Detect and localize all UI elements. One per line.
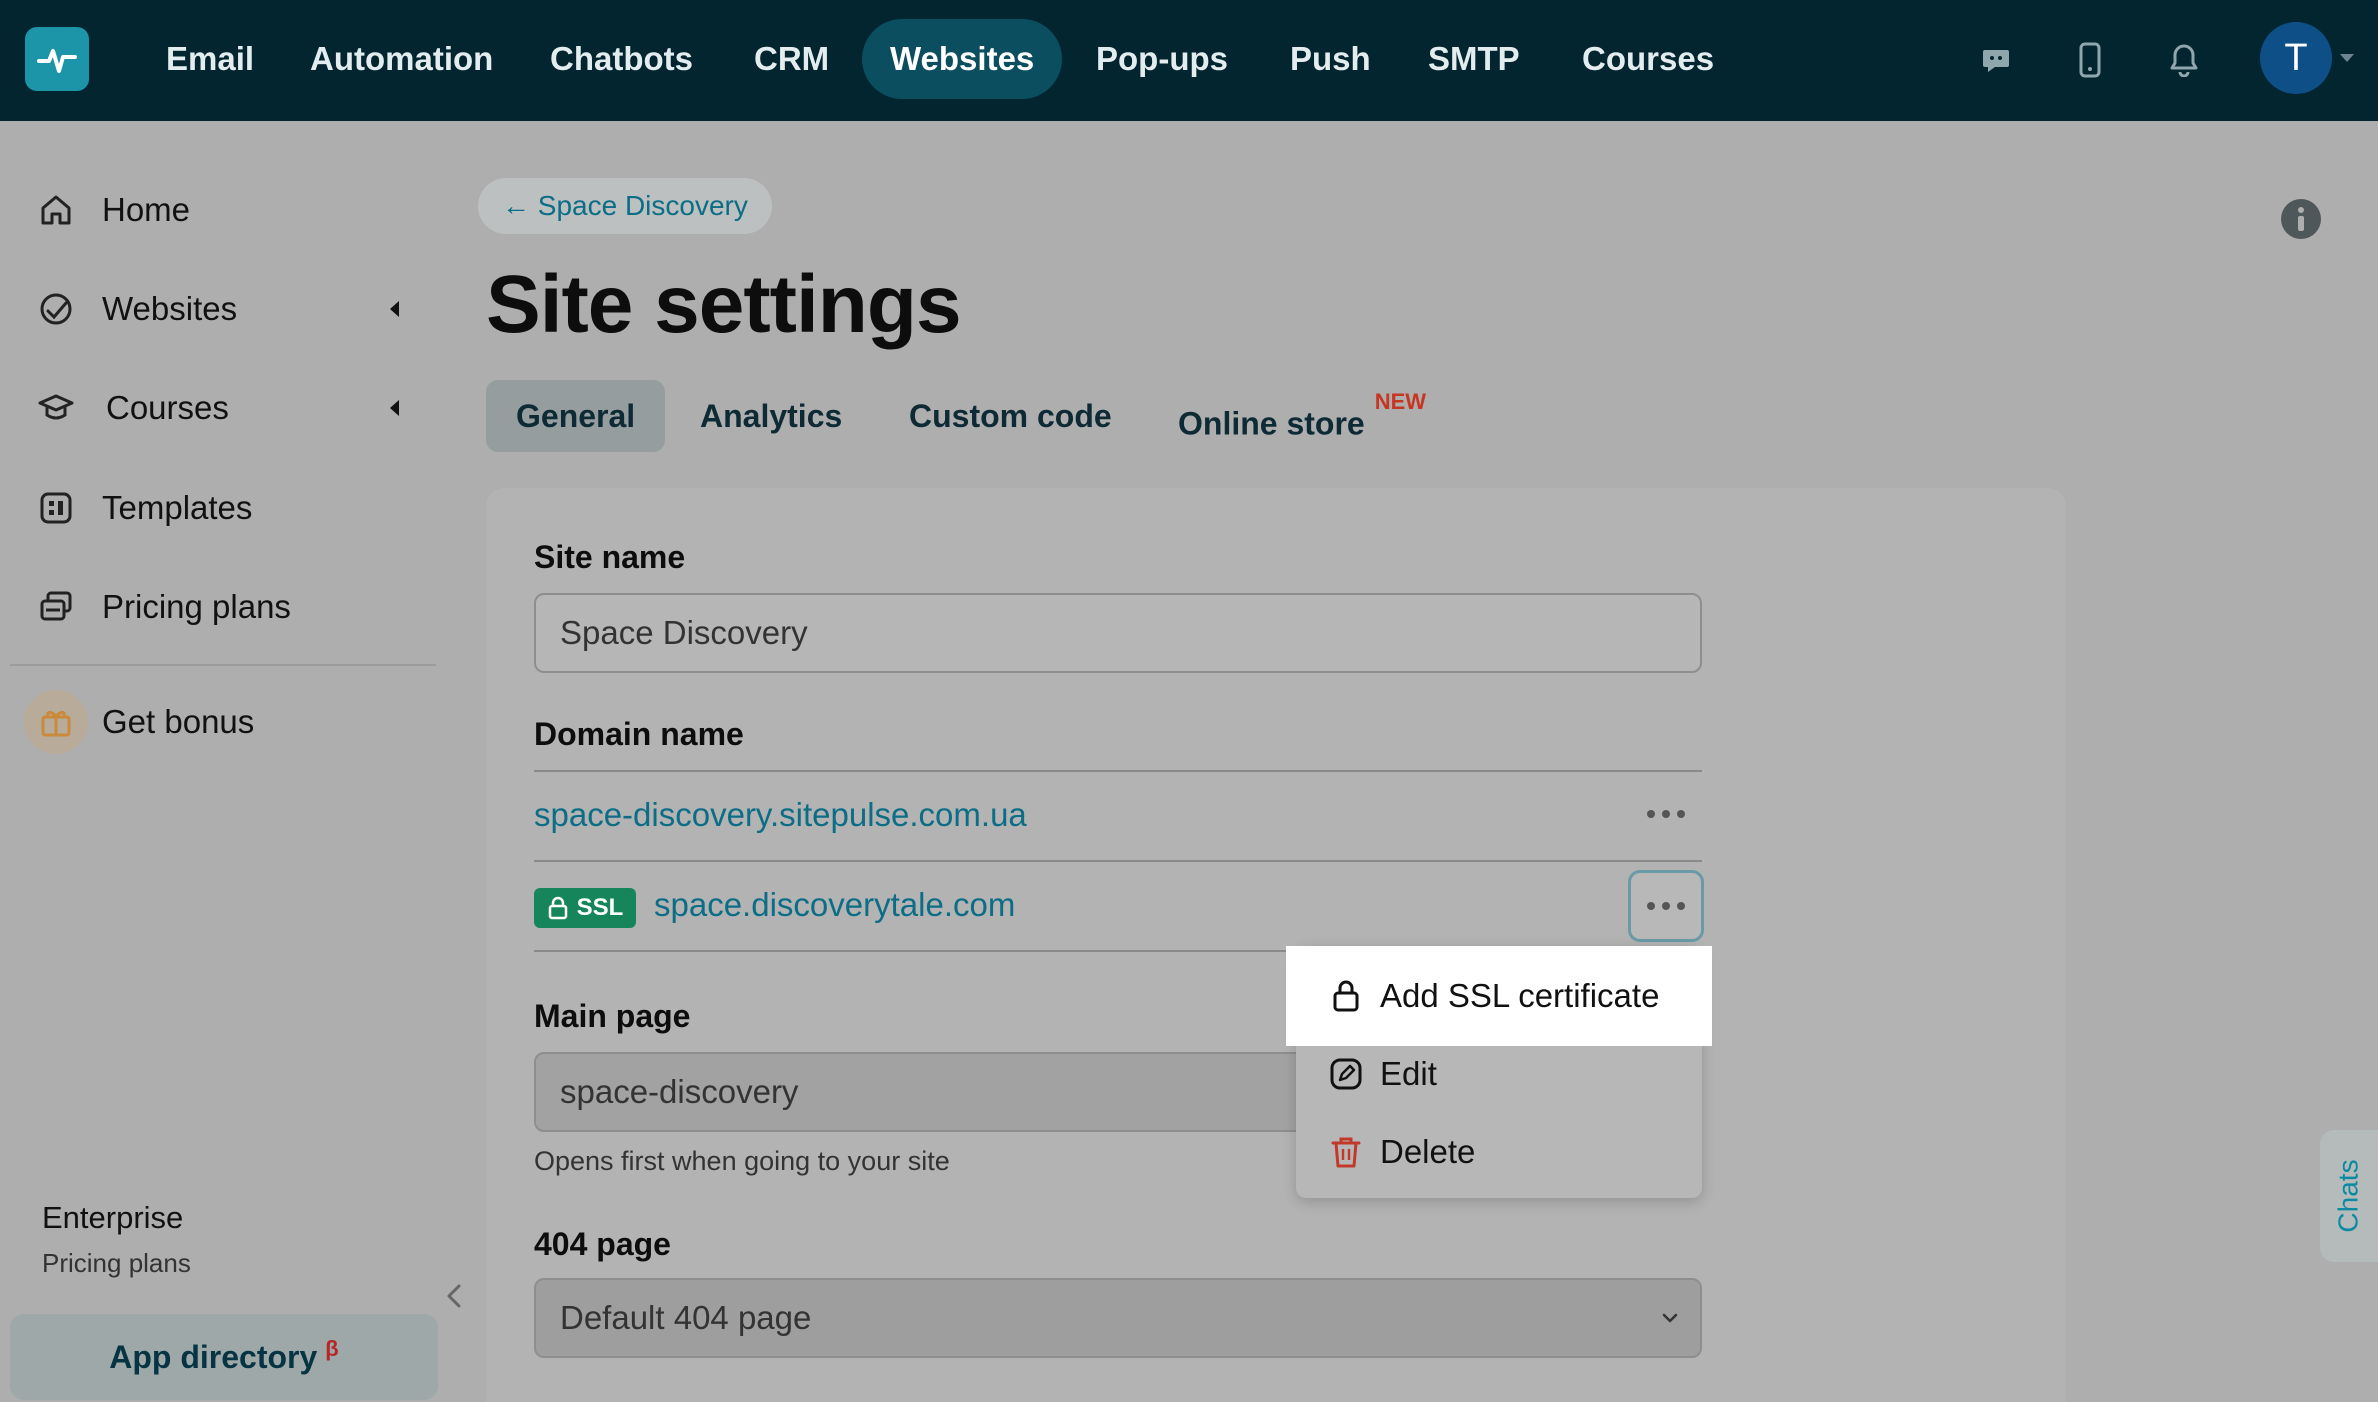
nav-popups[interactable]: Pop-ups [1068,19,1256,99]
404-page-value: Default 404 page [560,1299,812,1336]
chevron-down-icon[interactable] [2340,54,2354,62]
websites-icon [36,289,76,329]
domain-name-label: Domain name [534,716,744,752]
ssl-badge-label: SSL [576,894,624,921]
main-page-label: Main page [534,998,691,1034]
more-dots-icon [1647,810,1685,818]
templates-icon [36,488,76,528]
menu-item-label: Edit [1380,1055,1437,1092]
collapse-sidebar-chevron-icon[interactable] [440,1278,468,1314]
lock-icon [1328,978,1364,1014]
menu-item-add-ssl-certificate[interactable]: Add SSL certificate [1296,958,1702,1034]
tab-label: Online store [1178,405,1365,442]
trash-icon [1328,1134,1364,1170]
caret-left-icon[interactable] [390,301,399,317]
graduation-cap-icon [36,388,76,428]
sidebar-item-label: Templates [102,489,253,526]
pulse-logo-icon[interactable] [25,27,89,91]
nav-courses[interactable]: Courses [1554,19,1742,99]
site-name-label: Site name [534,539,686,575]
new-badge: NEW [1374,389,1427,414]
domain-link-discoverytale[interactable]: space.discoverytale.com [654,886,1015,924]
tab-analytics[interactable]: Analytics [700,380,842,452]
edit-icon [1328,1056,1364,1092]
sidebar-item-label: Websites [102,290,238,327]
bell-icon[interactable] [2162,38,2206,82]
pricing-plans-icon [36,587,76,627]
sidebar-divider [10,664,436,666]
chat-bubble-icon[interactable] [1974,38,2018,82]
sidebar-item-label: Courses [106,389,229,426]
chevron-down-icon [1662,1313,1678,1323]
divider [534,860,1702,862]
more-options-button-open[interactable] [1628,870,1704,942]
sidebar-item-label: Get bonus [102,703,255,740]
main-page-hint: Opens first when going to your site [534,1146,950,1176]
home-icon [36,190,76,230]
sidebar-item-courses[interactable]: Courses [0,373,430,443]
app-directory-button[interactable]: App directory β [10,1314,438,1400]
site-name-input[interactable] [534,593,1702,673]
nav-chatbots[interactable]: Chatbots [522,19,721,99]
beta-badge: β [325,1336,339,1361]
404-page-label: 404 page [534,1226,671,1262]
info-icon[interactable] [2280,198,2322,240]
nav-websites[interactable]: Websites [862,19,1063,99]
menu-item-label: Add SSL certificate [1380,977,1660,1014]
sidebar-item-label: Home [102,191,191,228]
tab-online-store[interactable]: Online store NEW [1178,380,1426,452]
mobile-icon[interactable] [2068,38,2112,82]
divider [534,770,1702,772]
domain-link-sitepulse[interactable]: space-discovery.sitepulse.com.ua [534,796,1027,834]
nav-email[interactable]: Email [138,19,282,99]
tab-general[interactable]: General [486,380,666,452]
tab-custom-code[interactable]: Custom code [909,380,1112,452]
page-title: Site settings [486,259,962,350]
ssl-badge: SSL [534,888,636,928]
nav-crm[interactable]: CRM [726,19,857,99]
menu-item-label: Delete [1380,1133,1476,1170]
sidebar-item-pricing-plans[interactable]: Pricing plans [0,572,430,642]
sidebar-item-templates[interactable]: Templates [0,473,430,543]
nav-push[interactable]: Push [1262,19,1399,99]
sidebar-item-label: Pricing plans [102,588,291,625]
gift-icon [24,690,88,754]
menu-item-delete[interactable]: Delete [1296,1114,1702,1190]
back-link-space-discovery[interactable]: ← Space Discovery [478,178,772,234]
404-page-select[interactable]: Default 404 page [534,1278,1702,1358]
nav-automation[interactable]: Automation [282,19,521,99]
chats-label: Chats [2333,1159,2364,1233]
more-dots-icon [1647,902,1685,910]
current-plan-name: Enterprise [42,1200,184,1235]
pricing-plans-link[interactable]: Pricing plans [42,1248,191,1279]
lock-icon [548,896,567,920]
top-navigation-bar: Email Automation Chatbots CRM Websites P… [0,0,2378,121]
sidebar-item-websites[interactable]: Websites [0,274,430,344]
user-avatar[interactable]: T [2260,22,2332,94]
nav-smtp[interactable]: SMTP [1400,19,1548,99]
chats-side-tab[interactable]: Chats [2320,1130,2378,1262]
menu-item-edit[interactable]: Edit [1296,1036,1702,1112]
more-options-button[interactable] [1628,778,1704,850]
app-directory-label: App directory [109,1338,318,1375]
sidebar-item-home[interactable]: Home [0,175,430,245]
caret-left-icon[interactable] [390,400,399,416]
